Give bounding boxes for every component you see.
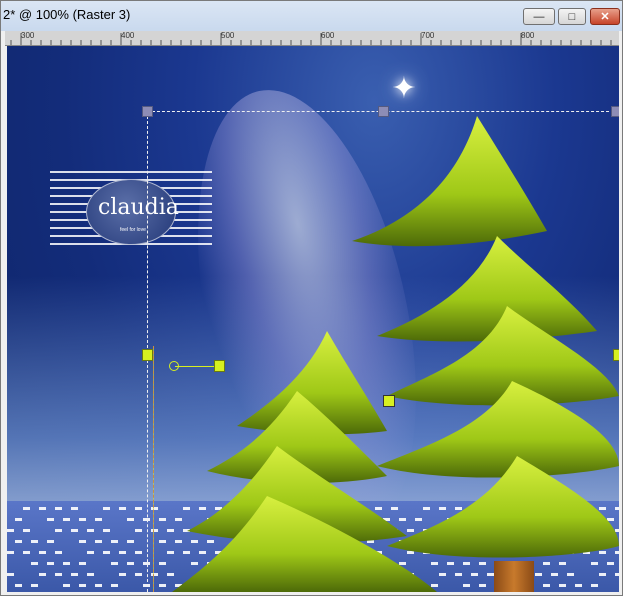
image-canvas[interactable]: ✦ claudia feel for love (7, 46, 619, 592)
rotation-arm-handle[interactable] (214, 360, 225, 372)
ruler-label: 600 (321, 31, 335, 40)
close-icon: ✕ (600, 11, 610, 23)
horizontal-ruler[interactable]: 300 400 500 600 700 800 (5, 31, 619, 46)
ruler-label: 800 (521, 31, 535, 40)
tree-trunk (494, 561, 534, 592)
ruler-label: 500 (221, 31, 235, 40)
corner-handle-top-left[interactable] (142, 106, 153, 117)
edge-handle-top[interactable] (378, 106, 389, 117)
minimize-icon: — (533, 10, 545, 23)
guide-line (153, 346, 154, 592)
ruler-label: 700 (421, 31, 435, 40)
maximize-button[interactable]: □ (558, 8, 586, 25)
tree-tier (352, 116, 547, 247)
ruler-label: 300 (21, 31, 35, 40)
edge-handle-right[interactable] (613, 349, 619, 361)
minimize-button[interactable]: — (523, 8, 555, 25)
ruler-label: 400 (121, 31, 135, 40)
corner-handle-top-right[interactable] (611, 106, 619, 117)
title-bar[interactable]: 2* @ 100% (Raster 3) — □ ✕ (1, 1, 622, 31)
christmas-trees (172, 116, 619, 592)
pivot-point-handle[interactable] (383, 395, 395, 407)
document-window: 2* @ 100% (Raster 3) — □ ✕ 300 400 500 6… (0, 0, 623, 596)
edge-handle-left[interactable] (142, 349, 153, 361)
maximize-icon: □ (568, 10, 576, 23)
close-button[interactable]: ✕ (590, 8, 620, 25)
window-title: 2* @ 100% (Raster 3) (3, 7, 131, 22)
tree-tier (377, 236, 597, 342)
